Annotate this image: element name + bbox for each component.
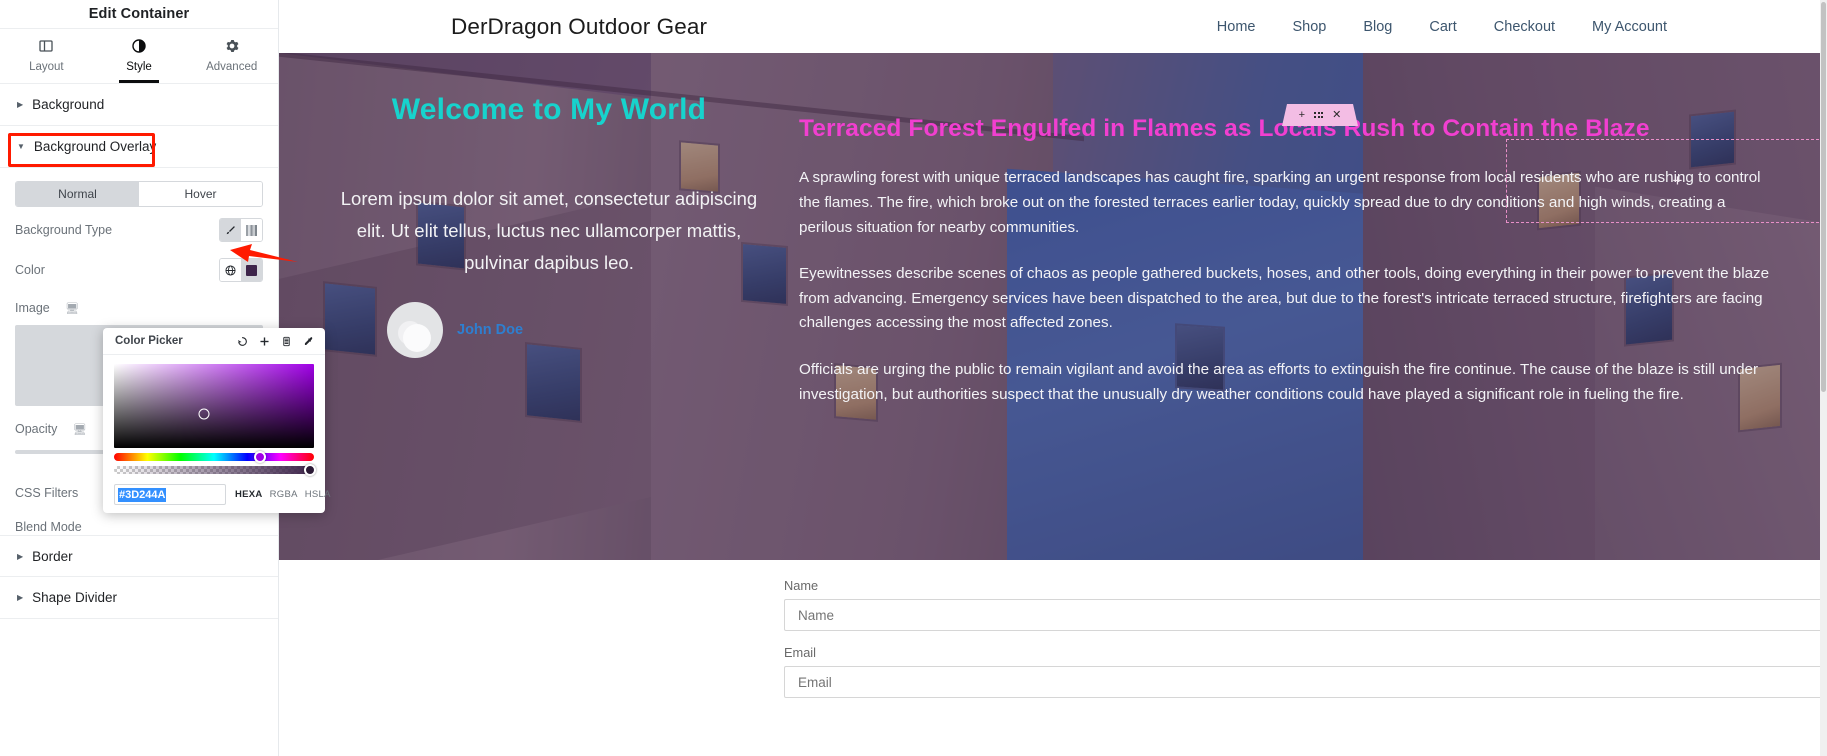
responsive-monitor-icon[interactable]: 🖥 bbox=[65, 303, 79, 315]
section-border-label: Border bbox=[32, 548, 73, 564]
section-shape-divider[interactable]: ▶ Shape Divider bbox=[0, 577, 278, 619]
hero-section[interactable]: Welcome to My World Lorem ipsum dolor si… bbox=[279, 53, 1827, 560]
panel-title: Edit Container bbox=[88, 6, 190, 22]
tab-advanced-label: Advanced bbox=[206, 61, 258, 73]
tab-advanced[interactable]: Advanced bbox=[185, 29, 278, 83]
chevron-right-icon: ▶ bbox=[17, 551, 24, 561]
nav-blog[interactable]: Blog bbox=[1363, 19, 1392, 35]
section-background[interactable]: ▶ Background bbox=[0, 84, 278, 126]
tab-layout-label: Layout bbox=[29, 61, 64, 73]
blend-mode-label: Blend Mode bbox=[15, 520, 82, 534]
color-format-options: HEXA RGBA HSLA bbox=[235, 489, 331, 500]
format-rgba[interactable]: RGBA bbox=[270, 489, 298, 500]
globe-icon[interactable] bbox=[220, 259, 241, 281]
nav-checkout[interactable]: Checkout bbox=[1494, 19, 1555, 35]
alpha-slider[interactable] bbox=[114, 464, 316, 476]
saturation-value-area[interactable] bbox=[114, 364, 314, 448]
section-border[interactable]: ▶ Border bbox=[0, 535, 278, 577]
format-hexa[interactable]: HEXA bbox=[235, 489, 263, 500]
tab-layout[interactable]: Layout bbox=[0, 29, 93, 83]
format-hsla[interactable]: HSLA bbox=[305, 489, 331, 500]
color-picker-actions bbox=[233, 333, 317, 350]
email-field-label: Email bbox=[784, 645, 816, 660]
alpha-knob[interactable] bbox=[304, 464, 316, 476]
site-logo[interactable]: DerDragon Outdoor Gear bbox=[451, 14, 707, 40]
chevron-right-icon: ▶ bbox=[17, 100, 24, 109]
nav-shop[interactable]: Shop bbox=[1292, 19, 1326, 35]
hue-knob[interactable] bbox=[254, 451, 266, 463]
state-tab-normal[interactable]: Normal bbox=[16, 182, 139, 206]
background-type-options bbox=[219, 218, 263, 242]
gear-icon bbox=[225, 39, 239, 55]
color-options bbox=[219, 258, 263, 282]
color-label: Color bbox=[15, 263, 45, 277]
style-contrast-icon bbox=[132, 39, 146, 55]
drag-handle-icon[interactable] bbox=[1314, 112, 1323, 118]
empty-container-dropzone[interactable]: + bbox=[1506, 139, 1827, 223]
add-icon[interactable] bbox=[255, 333, 273, 350]
author-name[interactable]: John Doe bbox=[457, 322, 523, 338]
hero-left-column[interactable]: Welcome to My World Lorem ipsum dolor si… bbox=[279, 67, 787, 560]
gradient-icon[interactable] bbox=[241, 219, 262, 241]
classic-brush-icon[interactable] bbox=[220, 219, 241, 241]
color-picker-header: Color Picker bbox=[103, 328, 325, 355]
tab-style[interactable]: Style bbox=[93, 29, 186, 83]
color-picker-footer: #3D244A HEXA RGBA HSLA bbox=[114, 484, 330, 505]
element-toolbar[interactable]: + ✕ bbox=[1282, 104, 1358, 126]
avatar bbox=[387, 302, 443, 359]
reset-icon[interactable] bbox=[233, 333, 251, 350]
hero-content: Welcome to My World Lorem ipsum dolor si… bbox=[279, 53, 1827, 560]
article-paragraph-3: Officials are urging the public to remai… bbox=[799, 361, 1759, 403]
hero-paragraph[interactable]: Lorem ipsum dolor sit amet, consectetur … bbox=[333, 183, 765, 278]
sidebar-tabs: Layout Style Advanced bbox=[0, 28, 278, 84]
site-header: DerDragon Outdoor Gear Home Shop Blog Ca… bbox=[279, 0, 1827, 53]
contact-form: Name Email bbox=[279, 560, 1827, 698]
close-icon[interactable]: ✕ bbox=[1332, 110, 1341, 121]
page-scrollbar[interactable] bbox=[1820, 0, 1827, 756]
section-shape-divider-label: Shape Divider bbox=[32, 590, 117, 605]
color-picker-title: Color Picker bbox=[115, 335, 183, 347]
name-field-label: Name bbox=[784, 578, 819, 593]
hue-slider[interactable] bbox=[114, 451, 314, 463]
image-label: Image 🖥 bbox=[15, 301, 80, 315]
responsive-monitor-icon[interactable]: 🖥 bbox=[73, 424, 87, 436]
author-block[interactable]: John Doe bbox=[333, 302, 523, 359]
hex-input[interactable] bbox=[114, 484, 226, 505]
name-input[interactable] bbox=[784, 599, 1827, 631]
email-input[interactable] bbox=[784, 666, 1827, 698]
nav-home[interactable]: Home bbox=[1217, 19, 1256, 35]
hex-input-wrap: #3D244A bbox=[114, 484, 226, 505]
page-scrollbar-thumb[interactable] bbox=[1821, 2, 1826, 392]
tab-style-label: Style bbox=[126, 61, 152, 73]
color-picker-popover: Color Picker #3D244A #3D244A HEXA RGBA H… bbox=[103, 328, 330, 513]
color-swatch-button[interactable] bbox=[241, 259, 262, 281]
nav-cart[interactable]: Cart bbox=[1429, 19, 1456, 35]
hero-heading[interactable]: Welcome to My World bbox=[392, 93, 706, 127]
eyedropper-icon[interactable] bbox=[299, 333, 317, 350]
state-tabs: Normal Hover bbox=[15, 181, 263, 207]
section-background-overlay[interactable]: ▼ Background Overlay bbox=[0, 126, 278, 168]
nav-my-account[interactable]: My Account bbox=[1592, 19, 1667, 35]
editor-sidebar: Edit Container Layout Style Advanced ▶ B… bbox=[0, 0, 330, 756]
control-color: Color bbox=[0, 253, 278, 287]
plus-icon[interactable]: + bbox=[1673, 171, 1683, 191]
layout-icon bbox=[39, 39, 53, 55]
control-image: Image 🖥 bbox=[0, 295, 278, 321]
chevron-right-icon: ▶ bbox=[17, 593, 24, 602]
background-type-label: Background Type bbox=[15, 223, 113, 237]
state-tab-hover[interactable]: Hover bbox=[139, 182, 262, 206]
chevron-down-icon: ▼ bbox=[17, 142, 25, 151]
library-icon[interactable] bbox=[277, 333, 295, 350]
site-nav: Home Shop Blog Cart Checkout My Account bbox=[1217, 19, 1777, 35]
page-canvas: DerDragon Outdoor Gear Home Shop Blog Ca… bbox=[279, 0, 1827, 756]
saturation-knob[interactable] bbox=[198, 408, 210, 420]
control-background-type: Background Type bbox=[0, 213, 278, 247]
color-picker-body: #3D244A HEXA RGBA HSLA bbox=[103, 355, 330, 505]
article-paragraph-2: Eyewitnesses describe scenes of chaos as… bbox=[799, 265, 1770, 332]
section-background-label: Background bbox=[32, 97, 105, 112]
sidebar-bottom-sections: ▶ Border ▶ Shape Divider bbox=[0, 535, 278, 619]
section-background-overlay-label: Background Overlay bbox=[33, 139, 157, 154]
add-icon[interactable]: + bbox=[1299, 110, 1305, 121]
